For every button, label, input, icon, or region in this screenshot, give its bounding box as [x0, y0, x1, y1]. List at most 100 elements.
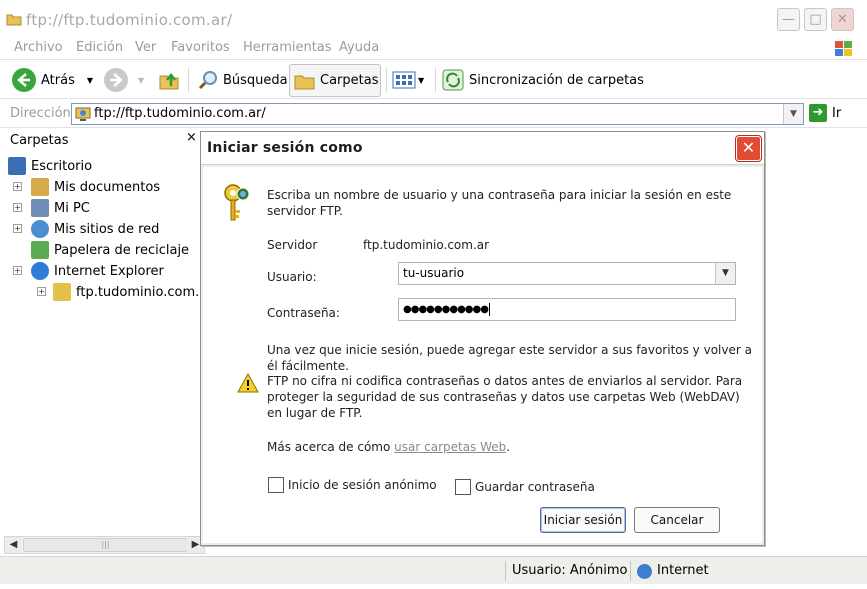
login-button[interactable]: Iniciar sesión: [540, 507, 626, 533]
user-label: Usuario:: [267, 270, 317, 284]
my-documents-icon: [31, 178, 49, 196]
internet-explorer-icon: [31, 262, 49, 280]
address-label: Dirección: [10, 106, 71, 121]
folders-button[interactable]: Carpetas: [289, 64, 381, 97]
forward-dropdown-icon[interactable]: ▼: [138, 76, 144, 85]
password-value: ●●●●●●●●●●●: [403, 304, 489, 315]
dialog-intro-text: Escriba un nombre de usuario y una contr…: [267, 188, 732, 218]
go-button[interactable]: ➜ Ir: [809, 104, 841, 122]
back-button[interactable]: Atrás ▼: [12, 65, 93, 95]
tree-item-label: Escritorio: [31, 158, 93, 174]
expand-icon[interactable]: +: [13, 266, 22, 275]
address-bar: Dirección ftp://ftp.tudominio.com.ar/ ▼ …: [0, 100, 867, 128]
status-zone: Internet: [630, 561, 709, 581]
tree-item-ftp-site[interactable]: ftp.tudominio.com.ar: [53, 282, 205, 302]
expand-icon[interactable]: +: [13, 203, 22, 212]
internet-globe-icon: [637, 563, 652, 579]
folders-pane-title: Carpetas: [10, 133, 69, 148]
login-dialog: Iniciar sesión como ✕ Escriba un nombre …: [200, 131, 765, 546]
back-dropdown-icon[interactable]: ▼: [87, 76, 93, 85]
anonymous-login-label[interactable]: Inicio de sesión anónimo: [288, 477, 437, 493]
password-label: Contraseña:: [267, 306, 340, 320]
cancel-button[interactable]: Cancelar: [634, 507, 720, 533]
views-button[interactable]: ▼: [392, 65, 424, 95]
forward-button[interactable]: ▼: [104, 65, 144, 95]
folders-pane-close-icon[interactable]: ×: [186, 130, 197, 145]
sync-icon: [442, 69, 464, 91]
tree-item-mis-documentos[interactable]: Mis documentos: [31, 177, 160, 197]
user-combobox[interactable]: tu-usuario ▼: [398, 262, 736, 285]
folder-tree: Escritorio + Mis documentos + Mi PC + Mi…: [0, 153, 205, 535]
windows-logo-icon: [835, 41, 852, 56]
maximize-button[interactable]: □: [804, 8, 827, 31]
dialog-close-button[interactable]: ✕: [736, 136, 761, 161]
warning-icon: [237, 373, 259, 393]
menu-edicion[interactable]: Edición: [76, 40, 123, 55]
expand-icon[interactable]: +: [13, 224, 22, 233]
save-password-checkbox[interactable]: [455, 479, 471, 495]
tree-item-internet-explorer[interactable]: Internet Explorer: [31, 261, 164, 281]
ftp-folder-icon: [6, 14, 22, 26]
menu-ayuda[interactable]: Ayuda: [339, 40, 379, 55]
menu-bar: Archivo Edición Ver Favoritos Herramient…: [0, 38, 867, 60]
scroll-left-icon[interactable]: ◀: [5, 537, 22, 553]
server-label: Servidor: [267, 238, 318, 252]
views-dropdown-icon: ▼: [418, 75, 425, 85]
menu-herramientas[interactable]: Herramientas: [243, 40, 332, 55]
password-field[interactable]: ●●●●●●●●●●●: [398, 298, 736, 321]
window-title-bar: ftp://ftp.tudominio.com.ar/ — □ ✕: [0, 0, 867, 40]
ftp-folder-icon: [53, 283, 71, 301]
search-label: Búsqueda: [223, 72, 288, 88]
network-places-icon: [31, 220, 49, 238]
address-dropdown-icon[interactable]: ▼: [783, 104, 803, 124]
security-warning-text: FTP no cifra ni codifica contraseñas o d…: [267, 374, 743, 420]
file-list-scrollbar[interactable]: [850, 129, 867, 554]
anonymous-login-checkbox[interactable]: [268, 477, 284, 493]
folder-icon: [294, 75, 315, 89]
expand-icon[interactable]: +: [37, 287, 46, 296]
tree-item-label: Internet Explorer: [54, 263, 164, 279]
webdav-help-link[interactable]: usar carpetas Web: [394, 440, 506, 454]
menu-archivo[interactable]: Archivo: [14, 40, 63, 55]
status-bar: Usuario: Anónimo Internet: [0, 556, 867, 584]
menu-favoritos[interactable]: Favoritos: [171, 40, 230, 55]
more-info-suffix: .: [506, 440, 511, 454]
folders-label: Carpetas: [320, 73, 379, 88]
search-icon: [198, 71, 217, 90]
tree-horizontal-scrollbar[interactable]: ◀ ||| ▶: [4, 536, 205, 554]
dialog-title-bar: Iniciar sesión como ✕: [201, 132, 764, 165]
more-info-text: Más acerca de cómo usar carpetas Web.: [267, 439, 510, 455]
tree-item-label: Mis sitios de red: [54, 221, 160, 237]
tree-item-label: Mis documentos: [54, 179, 161, 195]
tree-item-label: Mi PC: [54, 200, 90, 216]
tree-item-label: ftp.tudominio.com.ar: [76, 284, 205, 300]
close-button[interactable]: ✕: [831, 8, 854, 31]
minimize-button[interactable]: —: [777, 8, 800, 31]
user-dropdown-icon[interactable]: ▼: [715, 263, 735, 284]
up-folder-icon: [159, 72, 179, 90]
tree-item-papelera[interactable]: Papelera de reciclaje: [31, 240, 189, 260]
search-button[interactable]: Búsqueda: [193, 65, 292, 95]
tree-item-mi-pc[interactable]: Mi PC: [31, 198, 90, 218]
views-icon: [392, 71, 416, 89]
my-computer-icon: [31, 199, 49, 217]
tree-item-escritorio[interactable]: Escritorio: [8, 156, 92, 176]
address-value: ftp://ftp.tudominio.com.ar/: [94, 106, 266, 121]
standard-toolbar: Atrás ▼ ▼ Búsqueda Carpetas ▼ Sincroniza…: [0, 61, 867, 99]
sync-label: Sincronización de carpetas: [469, 72, 644, 88]
address-input[interactable]: ftp://ftp.tudominio.com.ar/ ▼: [71, 103, 804, 125]
expand-icon[interactable]: +: [13, 182, 22, 191]
scroll-thumb[interactable]: |||: [23, 538, 188, 552]
recycle-bin-icon: [31, 241, 49, 259]
menu-ver[interactable]: Ver: [135, 40, 156, 55]
save-password-label[interactable]: Guardar contraseña: [475, 479, 595, 495]
up-folder-button[interactable]: [158, 65, 182, 95]
login-keys-icon: [224, 184, 250, 221]
sync-folders-button[interactable]: Sincronización de carpetas: [441, 65, 644, 95]
dialog-title: Iniciar sesión como: [207, 140, 363, 156]
back-arrow-icon: [12, 68, 36, 92]
status-zone-label: Internet: [657, 563, 709, 578]
user-value: tu-usuario: [403, 266, 465, 280]
favorites-note: Una vez que inicie sesión, puede agregar…: [267, 343, 752, 373]
tree-item-mis-sitios-de-red[interactable]: Mis sitios de red: [31, 219, 159, 239]
